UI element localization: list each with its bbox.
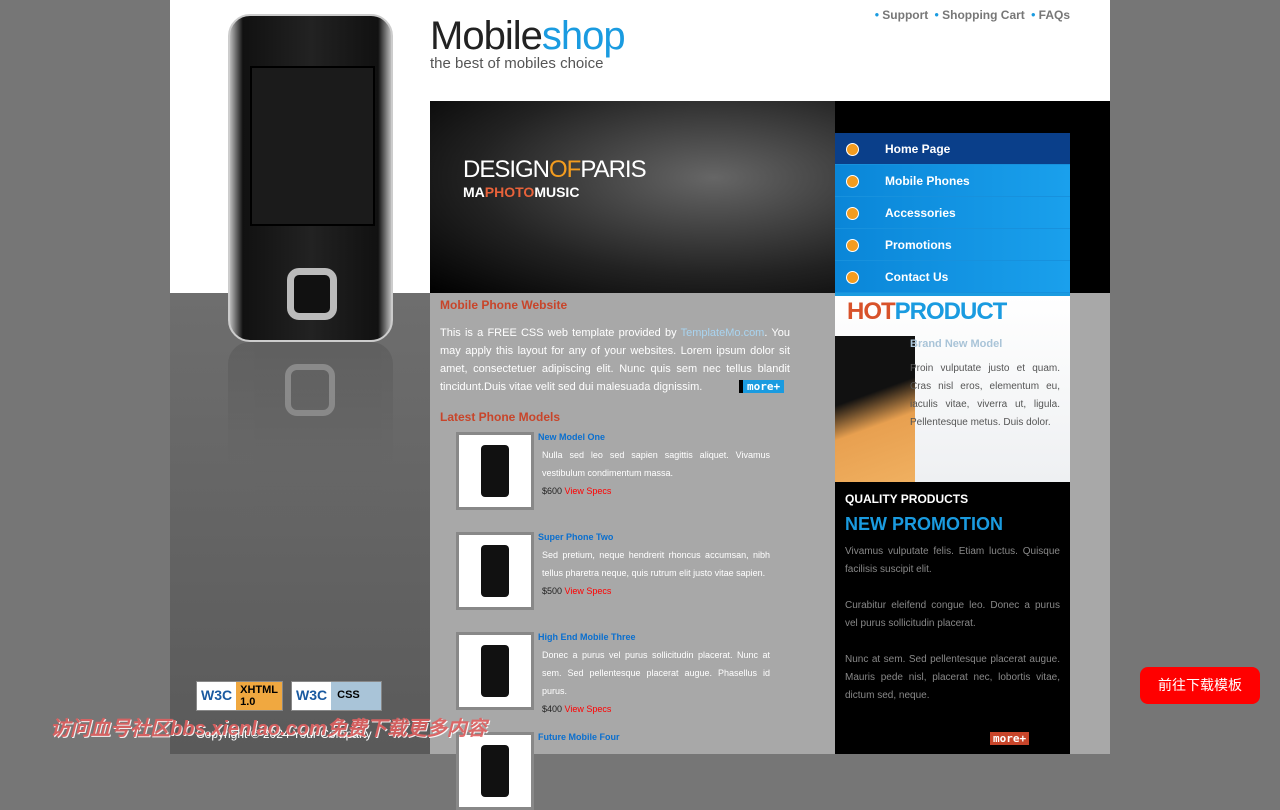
promotion-box: QUALITY PRODUCTS NEW PROMOTION Vivamus v… — [835, 482, 1070, 754]
product-name[interactable]: Super Phone Two — [538, 532, 770, 542]
intro-text: This is a FREE CSS web template provided… — [440, 324, 790, 396]
latest-title: Latest Phone Models — [440, 410, 561, 424]
watermark: 访问血号社区bbs.xienlao.com免费下载更多内容 — [50, 718, 487, 740]
view-specs-link[interactable]: View Specs — [565, 704, 612, 714]
product-thumbnail[interactable] — [456, 632, 534, 710]
hand-phone-image — [835, 336, 915, 482]
arrow-icon — [846, 239, 859, 252]
logo-main: Mobile — [430, 14, 543, 58]
product-name[interactable]: New Model One — [538, 432, 770, 442]
promo-text: Curabitur eleifend congue leo. Donec a p… — [845, 600, 1060, 629]
logo[interactable]: Mobileshop the best of mobiles choice — [430, 14, 626, 72]
menu-label: Accessories — [885, 206, 956, 220]
menu-label: Home Page — [885, 142, 951, 156]
banner-text: DESIGN — [463, 156, 550, 183]
menu-item-mobile-phones[interactable]: Mobile Phones — [835, 165, 1070, 197]
product-desc: Sed pretium, neque hendrerit rhoncus acc… — [542, 550, 770, 578]
promo-heading: QUALITY PRODUCTS — [845, 492, 969, 506]
view-specs-link[interactable]: View Specs — [565, 586, 612, 596]
menu-label: Promotions — [885, 238, 952, 252]
promo-text: Nunc at sem. Sed pellentesque placerat a… — [845, 654, 1060, 701]
left-column: W3C XHTML 1.0 W3C CSS Copyright © 2024 Your… — [170, 0, 430, 754]
arrow-icon — [846, 175, 859, 188]
arrow-icon — [846, 207, 859, 220]
phone-image — [228, 14, 393, 342]
hot-title-a: HOT — [847, 298, 896, 325]
hot-title-b: PRODUCT — [894, 298, 1008, 325]
promo-title: NEW PROMOTION — [845, 514, 1003, 534]
faqs-link[interactable]: FAQs — [1031, 8, 1070, 22]
promo-more-button[interactable]: more+ — [990, 732, 1030, 745]
section-title: Mobile Phone Website — [440, 298, 568, 312]
promo-text: Vivamus vulputate felis. Etiam luctus. Q… — [845, 546, 1060, 575]
hot-desc: Proin vulputate justo et quam. Cras nisl… — [910, 363, 1060, 428]
banner-text: OF — [549, 156, 581, 183]
product-thumbnail[interactable] — [456, 532, 534, 610]
banner-text: MUSIC — [534, 184, 580, 200]
arrow-icon — [846, 271, 859, 284]
w3c-text: W3C — [296, 687, 328, 703]
download-template-button[interactable]: 前往下载模板 — [1140, 667, 1260, 704]
menu-label: Contact Us — [885, 270, 949, 284]
logo-accent: shop — [541, 14, 626, 58]
top-links: Support Shopping Cart FAQs — [868, 8, 1070, 22]
page-container: W3C XHTML 1.0 W3C CSS Copyright © 2024 Your… — [170, 0, 1110, 810]
menu-item-promotions[interactable]: Promotions — [835, 229, 1070, 261]
main-menu: Home Page Mobile Phones Accessories Prom… — [835, 133, 1070, 293]
main-content: Mobile Phone Website This is a FREE CSS … — [440, 298, 790, 424]
support-link[interactable]: Support — [874, 8, 928, 22]
menu-item-home[interactable]: Home Page — [835, 133, 1070, 165]
product-name[interactable]: Future Mobile Four — [538, 732, 770, 742]
shopping-cart-link[interactable]: Shopping Cart — [934, 8, 1025, 22]
product-price: $500 — [542, 586, 563, 596]
banner-text: PHOTO — [484, 184, 535, 200]
banner-text: PARIS — [580, 156, 646, 183]
product-price: $600 — [542, 486, 563, 496]
css-valid-badge[interactable]: W3C CSS — [291, 681, 383, 711]
hot-subtitle: Brand New Model — [910, 338, 1003, 350]
menu-item-accessories[interactable]: Accessories — [835, 197, 1070, 229]
product-name[interactable]: High End Mobile Three — [538, 632, 770, 642]
hot-product: HOTPRODUCT Brand New Model Proin vulputa… — [835, 293, 1070, 482]
view-specs-link[interactable]: View Specs — [565, 486, 612, 496]
product-desc: Donec a purus vel purus sollicitudin pla… — [542, 650, 770, 696]
badge-label: XHTML — [240, 684, 279, 696]
banner-text: MA — [463, 184, 485, 200]
w3c-text: W3C — [201, 687, 233, 703]
xhtml-valid-badge[interactable]: W3C XHTML 1.0 — [196, 681, 284, 711]
product-thumbnail[interactable] — [456, 732, 534, 810]
hot-product-title: HOTPRODUCT — [847, 298, 1008, 326]
product-thumbnail[interactable] — [456, 432, 534, 510]
product-desc: Nulla sed leo sed sapien sagittis alique… — [542, 450, 770, 478]
badge-label: CSS — [331, 682, 382, 710]
arrow-icon — [846, 143, 859, 156]
phone-reflection — [228, 342, 393, 522]
badge-version: 1.0 — [240, 696, 256, 708]
tagline: the best of mobiles choice — [430, 55, 604, 72]
product-price: $400 — [542, 704, 563, 714]
menu-item-contact[interactable]: Contact Us — [835, 261, 1070, 293]
templatemo-link[interactable]: TemplateMo.com — [681, 327, 765, 339]
menu-label: Mobile Phones — [885, 174, 970, 188]
more-button[interactable]: more+ — [739, 380, 785, 393]
intro-pre: This is a FREE CSS web template provided… — [440, 327, 681, 339]
